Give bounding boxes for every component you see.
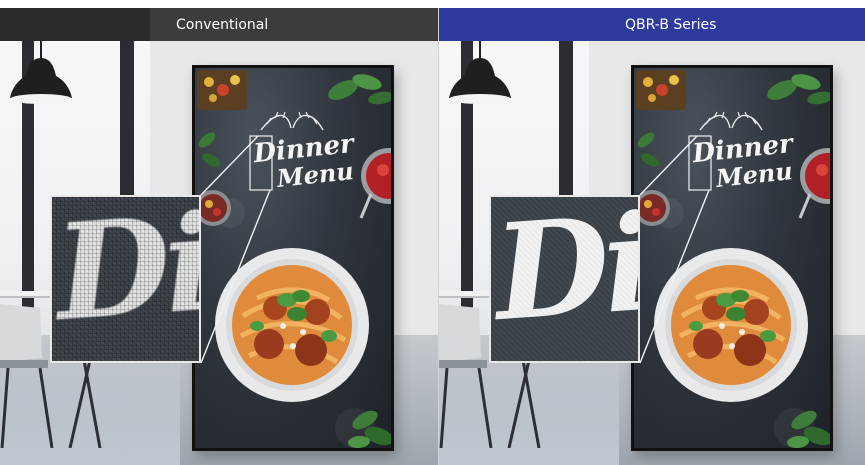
spaghetti-plate-icon xyxy=(652,246,810,404)
zoom-inset-blurry: Di xyxy=(50,195,201,363)
pendant-lamp-icon xyxy=(10,58,72,106)
noise-overlay xyxy=(52,197,199,361)
leaf-ornament-icon xyxy=(257,108,327,134)
basil-leaves-icon xyxy=(325,68,391,112)
salad-bowl-icon xyxy=(197,186,233,234)
menu-title: Dinner Menu xyxy=(687,129,802,194)
basil-leaves-icon xyxy=(784,398,830,448)
qbr-b-label-bar: QBR-B Series xyxy=(439,8,865,41)
comparison-stage: Conventional Dinner Menu QBR-B Series Di… xyxy=(0,8,865,465)
pendant-lamp-icon xyxy=(449,58,511,106)
basil-leaves-icon xyxy=(345,398,391,448)
basil-leaves-icon xyxy=(764,68,830,112)
signage-display: Dinner Menu xyxy=(192,65,394,451)
conventional-label: Conventional xyxy=(176,16,269,33)
herb-sprig-icon xyxy=(195,126,225,176)
qbr-b-panel: QBR-B Series Dinner Menu xyxy=(438,8,865,465)
conventional-panel: Conventional Dinner Menu xyxy=(0,8,438,465)
sauce-bowl-icon xyxy=(798,140,830,220)
noise-overlay xyxy=(491,197,638,361)
sauce-bowl-icon xyxy=(359,140,391,220)
zoom-inset-sharp: Di xyxy=(489,195,640,363)
conventional-label-bar: Conventional xyxy=(0,8,438,41)
salad-bowl-icon xyxy=(636,186,672,234)
food-tray-icon xyxy=(195,68,253,116)
menu-title: Dinner Menu xyxy=(248,129,363,194)
leaf-ornament-icon xyxy=(696,108,766,134)
qbr-b-label: QBR-B Series xyxy=(625,16,717,33)
signage-display: Dinner Menu xyxy=(631,65,833,451)
label-bar-shade xyxy=(0,8,150,41)
food-tray-icon xyxy=(634,68,692,116)
herb-sprig-icon xyxy=(634,126,664,176)
spaghetti-plate-icon xyxy=(213,246,371,404)
